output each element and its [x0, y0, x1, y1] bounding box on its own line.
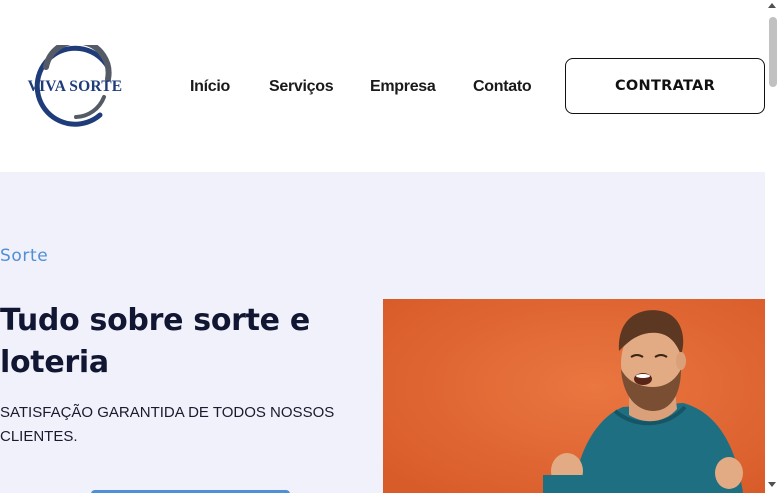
contratar-button[interactable]: CONTRATAR	[565, 58, 765, 114]
logo-text: VIVA SORTE	[27, 78, 123, 95]
scroll-up-arrow-icon[interactable]	[768, 3, 776, 8]
scroll-down-arrow-icon[interactable]	[768, 482, 776, 487]
nav-link-servicos[interactable]: Serviços	[269, 78, 334, 96]
hero-photo	[383, 299, 765, 493]
hero-headline: Tudo sobre sorte e loteria	[0, 303, 310, 380]
vertical-scrollbar[interactable]	[765, 0, 780, 493]
hero-subtitle: SATISFAÇÃO GARANTIDA DE TODOS NOSSOS CLI…	[0, 404, 335, 445]
hero-eyebrow: Sorte	[0, 246, 49, 266]
hero-section: Sorte Tudo sobre sorte e loteria SATISFA…	[0, 172, 765, 493]
viva-sorte-logo[interactable]: VIVA SORTE	[24, 45, 124, 127]
nav-link-empresa[interactable]: Empresa	[370, 78, 436, 96]
scroll-thumb[interactable]	[769, 17, 777, 87]
smiling-man-illustration	[383, 299, 765, 493]
nav-link-inicio[interactable]: Início	[190, 78, 230, 96]
site-header: VIVA SORTE Início Serviços Empresa Conta…	[0, 0, 765, 172]
nav-link-contato[interactable]: Contato	[473, 78, 532, 96]
